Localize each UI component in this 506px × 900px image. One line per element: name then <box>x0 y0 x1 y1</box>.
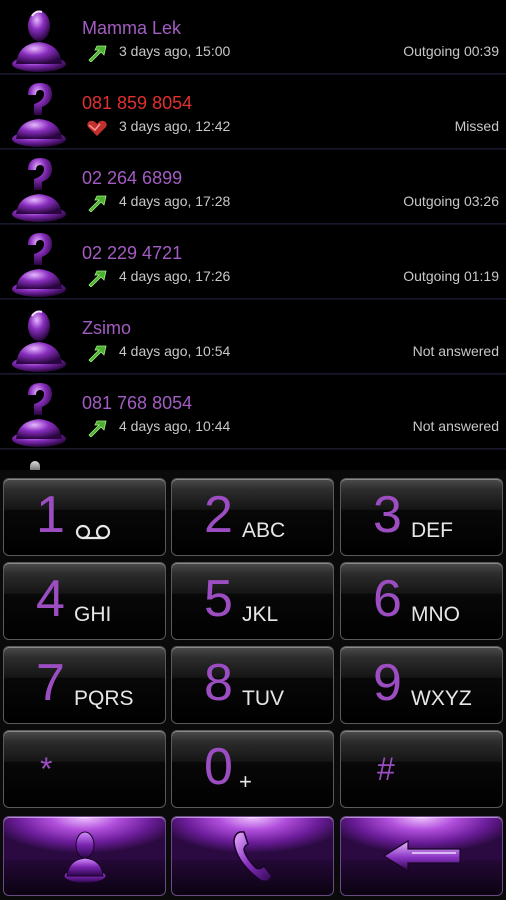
outgoing-call-arrow-icon <box>88 195 107 212</box>
key-digit: 9 <box>373 654 402 712</box>
call-log-item[interactable]: Zsimo 4 days ago, 10:54 Not answered <box>0 300 506 375</box>
key-letters: ABC <box>242 519 286 542</box>
unknown-caller-icon <box>12 233 66 297</box>
key-4[interactable]: 4 GHI <box>3 562 166 640</box>
key-8[interactable]: 8 TUV <box>171 646 334 724</box>
key-letters: + <box>239 769 252 794</box>
call-status: Outgoing 01:19 <box>403 268 499 284</box>
contacts-button[interactable] <box>3 816 166 896</box>
call-time: 4 days ago, 10:44 <box>119 418 231 434</box>
unknown-caller-icon <box>12 383 66 447</box>
key-5[interactable]: 5 JKL <box>171 562 334 640</box>
call-log-item[interactable]: 081 768 8054 4 days ago, 10:44 Not answe… <box>0 375 506 450</box>
key-digit: 3 <box>373 486 402 544</box>
key-digit: # <box>377 751 395 787</box>
key-digit: 2 <box>204 486 233 544</box>
key-1[interactable]: 1 <box>3 478 166 556</box>
key-letters: TUV <box>242 687 284 710</box>
key-digit: 7 <box>36 654 65 712</box>
key-2[interactable]: 2 ABC <box>171 478 334 556</box>
call-time: 3 days ago, 12:42 <box>119 118 231 134</box>
unknown-caller-icon <box>12 83 66 147</box>
outgoing-call-arrow-icon <box>88 270 107 287</box>
unknown-caller-icon <box>12 158 66 222</box>
caller-name: 081 859 8054 <box>82 93 193 113</box>
key-0[interactable]: 0 + <box>171 730 334 808</box>
key-letters: GHI <box>74 603 112 626</box>
key-digit: * <box>40 751 53 787</box>
outgoing-call-arrow-icon <box>88 420 107 437</box>
avatar-stub <box>30 461 40 470</box>
phone-handset-icon <box>232 831 273 883</box>
call-time: 4 days ago, 17:26 <box>119 268 231 284</box>
outgoing-call-arrow-icon <box>88 45 107 62</box>
call-log-list: Mamma Lek 3 days ago, 15:00 Outgoing 00:… <box>0 0 506 470</box>
call-log-item[interactable]: Mamma Lek 3 days ago, 15:00 Outgoing 00:… <box>0 0 506 75</box>
divider <box>0 448 506 450</box>
caller-name: Zsimo <box>82 318 131 338</box>
call-log-item[interactable]: 081 859 8054 3 days ago, 12:42 Missed <box>0 75 506 150</box>
key-digit: 0 <box>204 738 233 796</box>
caller-name: 02 229 4721 <box>82 243 183 263</box>
key-letters: WXYZ <box>411 687 472 710</box>
key-digit: 8 <box>204 654 233 712</box>
contact-photo-icon <box>12 10 66 72</box>
caller-name: 081 768 8054 <box>82 393 193 413</box>
call-time: 4 days ago, 10:54 <box>119 343 231 359</box>
key-letters: MNO <box>411 603 460 626</box>
key-letters: JKL <box>242 603 279 626</box>
key-letters: DEF <box>411 519 453 542</box>
key-star[interactable]: * <box>3 730 166 808</box>
call-log-item[interactable]: 02 229 4721 4 days ago, 17:26 Outgoing 0… <box>0 225 506 300</box>
key-6[interactable]: 6 MNO <box>340 562 503 640</box>
call-time: 3 days ago, 15:00 <box>119 43 231 59</box>
backspace-button[interactable] <box>340 816 503 896</box>
key-7[interactable]: 7 PQRS <box>3 646 166 724</box>
call-time: 4 days ago, 17:28 <box>119 193 231 209</box>
call-button[interactable] <box>171 816 334 896</box>
caller-name: 02 264 6899 <box>82 168 183 188</box>
contact-photo-icon <box>12 310 66 372</box>
missed-call-icon <box>87 120 107 136</box>
backspace-arrow-icon <box>382 839 461 873</box>
key-digit: 4 <box>36 570 65 628</box>
caller-name: Mamma Lek <box>82 18 182 38</box>
call-status: Missed <box>454 118 499 134</box>
key-digit: 5 <box>204 570 233 628</box>
key-letters: PQRS <box>74 687 134 710</box>
call-status: Not answered <box>412 343 499 359</box>
key-9[interactable]: 9 WXYZ <box>340 646 503 724</box>
call-status: Outgoing 03:26 <box>403 193 499 209</box>
partial-list-item[interactable] <box>0 455 506 470</box>
key-digit: 1 <box>36 486 65 544</box>
dial-pad: 1 2 ABC 3 DEF 4 GHI 5 JKL 6 MNO 7 PQRS 8… <box>0 470 506 900</box>
call-log-item[interactable]: 02 264 6899 4 days ago, 17:28 Outgoing 0… <box>0 150 506 225</box>
call-status: Not answered <box>412 418 499 434</box>
voicemail-icon <box>75 524 111 540</box>
outgoing-call-arrow-icon <box>88 345 107 362</box>
key-3[interactable]: 3 DEF <box>340 478 503 556</box>
call-status: Outgoing 00:39 <box>403 43 499 59</box>
key-digit: 6 <box>373 570 402 628</box>
contact-icon <box>63 831 106 883</box>
key-hash[interactable]: # <box>340 730 503 808</box>
